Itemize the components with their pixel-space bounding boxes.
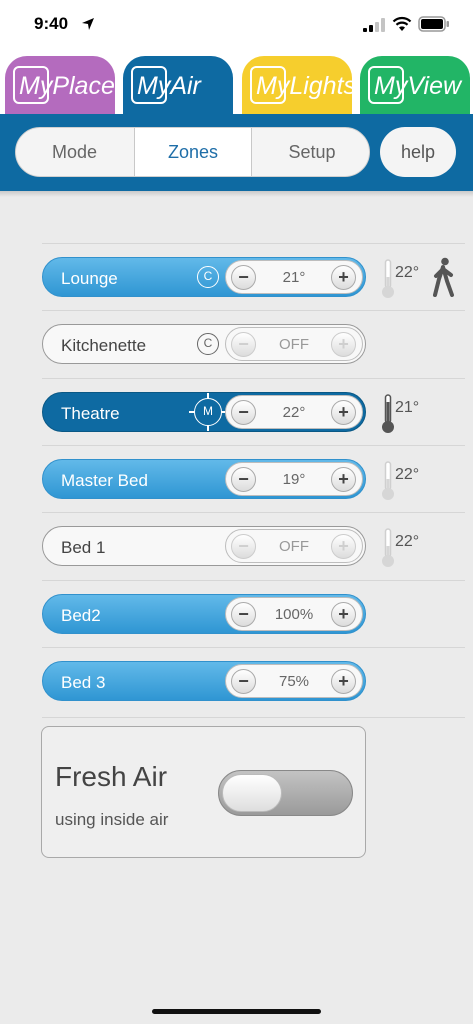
zone-setpoint: 21° — [282, 269, 306, 286]
decrease-button[interactable]: − — [231, 602, 256, 627]
zone-mode-badge: M — [189, 393, 227, 431]
thermometer-icon — [382, 528, 394, 567]
wifi-icon — [392, 16, 412, 31]
increase-button[interactable]: + — [331, 265, 356, 290]
motion-walking-icon — [433, 257, 454, 297]
tab-myplace[interactable]: MyPlace — [5, 56, 115, 118]
location-arrow-icon — [82, 18, 94, 30]
zone-divider — [42, 310, 465, 311]
status-bar: 9:40 — [0, 0, 473, 52]
thermometer-icon — [382, 461, 394, 500]
zone-temperature: 22° — [395, 533, 420, 550]
zone-divider — [42, 512, 465, 513]
zone-row[interactable]: Bed 3 − 75% + — [42, 661, 366, 701]
cellular-signal-icon — [363, 18, 385, 32]
zone-divider — [42, 378, 465, 379]
nav-shadow — [0, 191, 473, 197]
zone-name[interactable]: Master Bed — [61, 471, 148, 491]
zone-mode-badge: C — [197, 266, 219, 288]
zone-mode-badge: C — [197, 333, 219, 355]
nav-bar: Mode Zones Setup help — [0, 114, 473, 191]
home-indicator — [152, 1009, 321, 1014]
fresh-air-card: Fresh Air using inside air — [41, 726, 366, 858]
thermometer-icon — [382, 394, 394, 433]
decrease-button[interactable]: − — [231, 669, 256, 694]
decrease-button[interactable]: − — [231, 467, 256, 492]
fresh-air-toggle[interactable] — [218, 770, 353, 816]
tab-myview[interactable]: MyView — [360, 56, 470, 118]
zone-stepper: − OFF + — [225, 327, 363, 361]
increase-button[interactable]: + — [331, 332, 356, 357]
tab-myair[interactable]: MyAir — [123, 56, 233, 118]
segment-mode[interactable]: Mode — [16, 128, 133, 176]
help-button[interactable]: help — [380, 127, 456, 177]
zone-row[interactable]: Kitchenette C − OFF + — [42, 324, 366, 364]
zone-row[interactable]: Master Bed − 19° + — [42, 459, 366, 499]
toggle-knob[interactable] — [222, 774, 282, 812]
zone-name[interactable]: Lounge — [61, 269, 118, 289]
zone-divider — [42, 580, 465, 581]
app-tab-bar: MyPlace MyAir MyLights MyView — [0, 52, 473, 118]
segmented-control: Mode Zones Setup — [15, 127, 370, 177]
status-time: 9:40 — [34, 14, 69, 33]
zone-temperature: 22° — [395, 264, 420, 281]
fresh-air-title: Fresh Air — [55, 761, 168, 792]
zone-name[interactable]: Bed 3 — [61, 673, 105, 693]
increase-button[interactable]: + — [331, 467, 356, 492]
zone-divider — [42, 243, 465, 244]
zone-stepper: − OFF + — [225, 529, 363, 563]
zone-setpoint: 100% — [274, 606, 314, 623]
decrease-button[interactable]: − — [231, 332, 256, 357]
zone-row[interactable]: Bed 1 − OFF + — [42, 526, 366, 566]
zone-name[interactable]: Kitchenette — [61, 336, 146, 356]
zone-stepper: − 19° + — [225, 462, 363, 496]
zone-setpoint: 19° — [282, 471, 306, 488]
segment-setup[interactable]: Setup — [253, 128, 369, 176]
battery-icon — [418, 16, 449, 32]
zone-temperature: 21° — [395, 399, 420, 416]
zone-setpoint: OFF — [279, 336, 309, 353]
zone-row[interactable]: Bed2 − 100% + — [42, 594, 366, 634]
zone-setpoint: 22° — [282, 404, 306, 421]
zone-row[interactable]: Lounge C − 21° + — [42, 257, 366, 297]
zone-name[interactable]: Theatre — [61, 404, 120, 424]
segment-zones[interactable]: Zones — [134, 128, 252, 176]
tab-mylights[interactable]: MyLights — [242, 56, 356, 118]
decrease-button[interactable]: − — [231, 534, 256, 559]
increase-button[interactable]: + — [331, 400, 356, 425]
zone-divider — [42, 717, 465, 718]
zone-name[interactable]: Bed 1 — [61, 538, 105, 558]
zone-setpoint: OFF — [279, 538, 309, 555]
zone-setpoint: 75% — [278, 673, 310, 690]
thermometer-icon — [382, 259, 394, 298]
increase-button[interactable]: + — [331, 669, 356, 694]
zone-stepper: − 75% + — [225, 664, 363, 698]
zone-divider — [42, 445, 465, 446]
zone-name[interactable]: Bed2 — [61, 606, 101, 626]
decrease-button[interactable]: − — [231, 400, 256, 425]
zone-stepper: − 22° + — [225, 395, 363, 429]
zone-stepper: − 100% + — [225, 597, 363, 631]
zone-row[interactable]: Theatre M − 22° + — [42, 392, 366, 432]
zone-temperature: 22° — [395, 466, 420, 483]
decrease-button[interactable]: − — [231, 265, 256, 290]
fresh-air-subtitle: using inside air — [55, 810, 169, 829]
zone-divider — [42, 647, 465, 648]
increase-button[interactable]: + — [331, 534, 356, 559]
zone-stepper: − 21° + — [225, 260, 363, 294]
increase-button[interactable]: + — [331, 602, 356, 627]
